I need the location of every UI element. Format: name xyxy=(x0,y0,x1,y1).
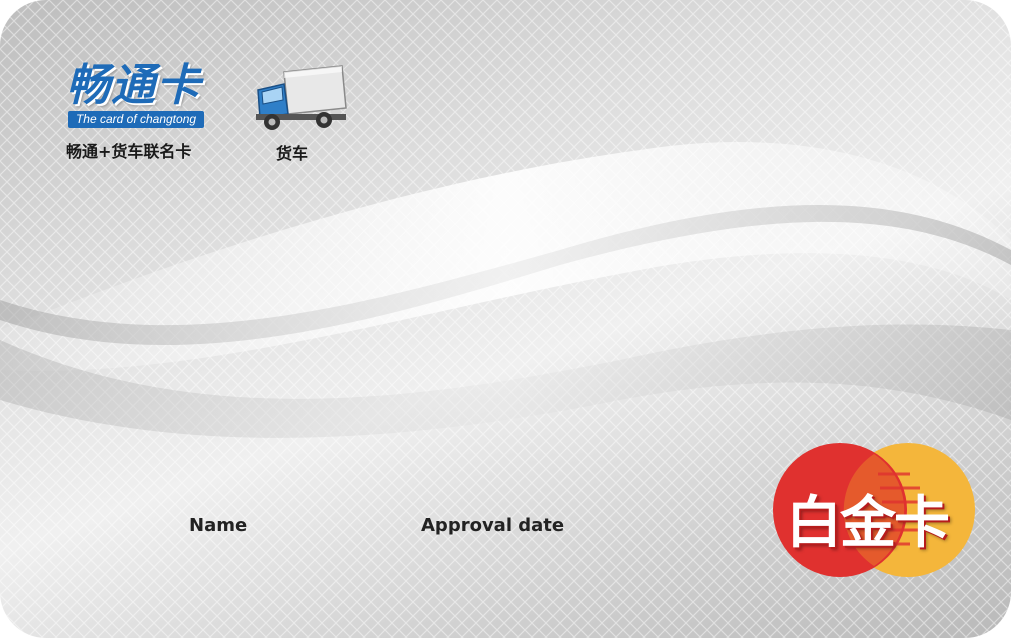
tier-badge-text: 白金卡 xyxy=(786,491,950,556)
membership-card: 畅通卡 The card of changtong 畅通+货车联名卡 货车 Na… xyxy=(0,0,1011,638)
approval-date-label: Approval date xyxy=(421,515,565,536)
truck-label: 货车 xyxy=(276,144,309,163)
brand-logo: 畅通卡 The card of changtong xyxy=(66,62,226,132)
name-label: Name xyxy=(189,515,248,536)
brand-name-en: The card of changtong xyxy=(68,111,204,128)
truck-icon xyxy=(256,65,347,130)
card-subtitle: 畅通+货车联名卡 xyxy=(66,142,192,161)
brand-name-cn: 畅通卡 xyxy=(66,60,201,111)
